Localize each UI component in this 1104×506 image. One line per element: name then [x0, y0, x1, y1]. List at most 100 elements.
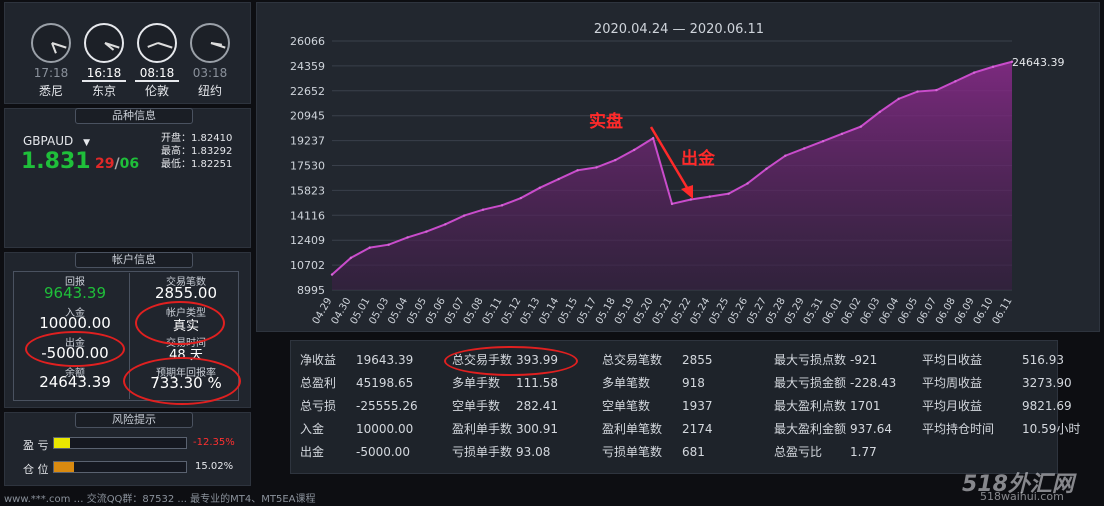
- stats-row: 出金 -5000.00 亏损单手数 93.08 亏损单笔数 681 总盈亏比 1.77: [300, 440, 1082, 463]
- stat-value: 300.91: [516, 421, 558, 436]
- data-point: [349, 256, 353, 260]
- data-point: [651, 137, 655, 140]
- stat-value: 9821.69: [1022, 398, 1072, 413]
- symbol-price: 1.831: [21, 149, 91, 174]
- y-tick-label: 19237: [290, 135, 325, 148]
- stat-label: 总盈亏比: [774, 445, 823, 459]
- stat-label: 亏损单手数: [452, 445, 513, 459]
- data-point: [746, 182, 749, 185]
- data-point: [670, 202, 674, 206]
- data-point: [519, 196, 523, 200]
- equity-chart-panel: 2020.04.24 — 2020.06.11 26066 24359 22652 2…: [256, 2, 1100, 332]
- return-value: 9643.39: [43, 284, 107, 302]
- stat-label: 平均周收益: [922, 376, 983, 390]
- stat-value: 937.64: [850, 421, 892, 436]
- stat-label: 空单手数: [452, 399, 501, 413]
- y-tick-label: 12409: [290, 234, 325, 247]
- data-point: [954, 80, 957, 83]
- highlight-ellipse: [135, 301, 225, 345]
- chart-title: 2020.04.24 — 2020.06.11: [594, 22, 764, 37]
- data-point: [425, 230, 428, 233]
- stat-label: 平均月收益: [922, 399, 983, 413]
- data-point: [444, 223, 447, 226]
- data-point: [595, 166, 598, 169]
- clock-icon: [84, 23, 124, 63]
- stat-label: 出金: [300, 445, 325, 459]
- clock-time: 16:18: [82, 66, 126, 82]
- stats-row: 入金 10000.00 盈利单手数 300.91 盈利单笔数 2174 最大盈利金额 937.…: [300, 417, 1082, 440]
- data-point: [765, 167, 768, 171]
- data-point: [463, 214, 466, 217]
- y-tick-label: 22652: [290, 85, 325, 98]
- stat-value: [1022, 440, 1082, 463]
- ohlc-info: 开盘：1.82410 最高：1.83292 最低：1.82251: [161, 133, 233, 170]
- stat-label: [922, 440, 1022, 463]
- data-point: [859, 125, 863, 128]
- annotation-real-account: 实盘: [589, 111, 623, 132]
- stat-value: 918: [682, 375, 705, 390]
- stat-value: 1701: [850, 398, 881, 413]
- stat-value: 19643.39: [356, 352, 414, 367]
- symbol-name[interactable]: GBPAUD ▼: [23, 134, 90, 148]
- stat-label: 平均持仓时间: [922, 422, 995, 436]
- y-tick-label: 17530: [290, 160, 325, 173]
- stat-value: 681: [682, 444, 705, 459]
- clock-city: 纽约: [197, 84, 222, 98]
- data-point: [935, 88, 938, 92]
- stat-label: 净收益: [300, 353, 337, 367]
- data-point: [916, 90, 919, 93]
- data-point: [897, 97, 900, 101]
- data-point: [387, 243, 390, 246]
- data-point: [878, 110, 881, 114]
- clock-city: 伦敦: [144, 84, 169, 98]
- data-point: [368, 246, 371, 249]
- data-point: [633, 148, 636, 152]
- stat-value: 3273.90: [1022, 375, 1072, 390]
- risk-panel: 风险提示 盈 亏 -12.35% 仓 位 15.02%: [4, 412, 251, 486]
- clock-city: 东京: [91, 84, 116, 98]
- pl-bar: [53, 437, 187, 449]
- y-tick-label: 8995: [297, 284, 325, 297]
- trades-value: 2855.00: [154, 284, 218, 302]
- stat-value: -228.43: [850, 375, 897, 390]
- data-point: [727, 192, 730, 195]
- data-point: [330, 273, 334, 276]
- symbol-panel: 品种信息 GBPAUD ▼ 1.831 29/06 开盘：1.82410 最高：…: [4, 108, 251, 342]
- risk-section-title: 风险提示: [75, 412, 193, 428]
- y-tick-label: 10702: [290, 259, 325, 272]
- clock-icon: [190, 23, 230, 63]
- stat-label: 平均日收益: [922, 353, 983, 367]
- deposit-value: 10000.00: [39, 314, 111, 332]
- stat-label: 最大亏损点数: [774, 353, 847, 367]
- stat-value: 10.59小时: [1022, 422, 1081, 436]
- balance-value: 24643.39: [39, 373, 111, 391]
- data-point: [689, 198, 693, 201]
- stat-label: 多单笔数: [602, 376, 651, 390]
- stat-label: 总亏损: [300, 399, 337, 413]
- highlight-ellipse: [444, 346, 578, 376]
- stat-value: 2174: [682, 421, 713, 436]
- symbol-section-title: 品种信息: [75, 108, 193, 124]
- data-point: [557, 177, 560, 181]
- data-point: [481, 208, 485, 211]
- data-point: [708, 195, 711, 198]
- chevron-down-icon[interactable]: ▼: [83, 138, 90, 148]
- data-point: [538, 186, 541, 190]
- stats-table: 净收益 19643.39 总交易手数 393.99 总交易笔数 2855 最大亏损点数 -92…: [300, 348, 1082, 463]
- clock-icon: [31, 23, 71, 63]
- stat-value: -921: [850, 352, 878, 367]
- x-tick-label: 06.11: [991, 296, 1015, 326]
- highlight-ellipse: [25, 331, 125, 367]
- stat-label: 入金: [300, 422, 325, 436]
- clock-time: 08:18: [135, 66, 179, 82]
- stats-row: 总盈利 45198.65 多单手数 111.58 多单笔数 918 最大亏损金额 -228.4…: [300, 371, 1082, 394]
- y-tick-label: 15823: [290, 184, 325, 197]
- account-section-title: 帐户信息: [75, 252, 193, 268]
- y-tick-label: 20945: [290, 110, 325, 123]
- position-value: 15.02%: [195, 461, 234, 472]
- stat-value: 2855: [682, 352, 713, 367]
- clock-time: 17:18: [33, 66, 69, 80]
- equity-area: [332, 61, 1012, 291]
- stat-value: 1937: [682, 398, 713, 413]
- position-label: 仓 位: [23, 463, 49, 476]
